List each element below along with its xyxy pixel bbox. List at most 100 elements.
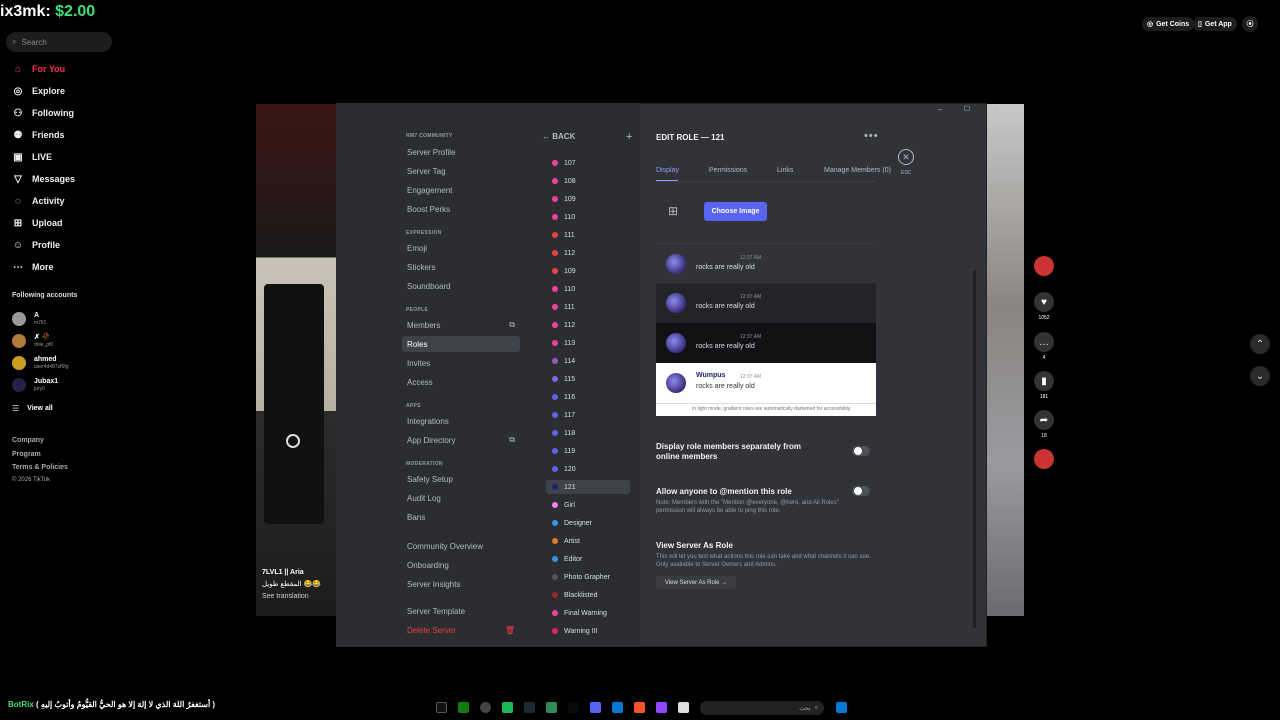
nav-item-upload[interactable]: ⊞ Upload: [12, 217, 63, 229]
role-item[interactable]: 111: [546, 228, 630, 242]
app-icon[interactable]: [678, 702, 689, 713]
sidebar-item-onboarding[interactable]: Onboarding: [402, 557, 520, 573]
windows-start-icon[interactable]: [836, 702, 847, 713]
role-item[interactable]: 117: [546, 408, 630, 422]
taskbar-search[interactable]: بحث ⌕: [700, 701, 824, 715]
app-icon[interactable]: [568, 702, 579, 713]
nav-item-friends[interactable]: ⚉ Friends: [12, 129, 65, 141]
app-icon[interactable]: [612, 702, 623, 713]
add-role-button[interactable]: +: [626, 131, 632, 143]
mention-toggle[interactable]: [852, 486, 870, 496]
get-app-button[interactable]: ▯ Get App: [1193, 17, 1237, 31]
tab-display[interactable]: Display: [656, 167, 679, 174]
role-item[interactable]: Final Warning: [546, 606, 630, 620]
creator-avatar[interactable]: [1034, 256, 1054, 279]
sidebar-item-invites[interactable]: Invites: [402, 355, 520, 371]
role-item[interactable]: 109: [546, 192, 630, 206]
share-button[interactable]: ➦ 18: [1034, 410, 1054, 439]
role-item[interactable]: Editor: [546, 552, 630, 566]
back-button[interactable]: ← BACK: [542, 132, 575, 141]
role-item[interactable]: Photo Grapher: [546, 570, 630, 584]
nav-item-profile[interactable]: ☺ Profile: [12, 239, 60, 251]
following-account[interactable]: ahmed user4d487zf6fg: [12, 356, 68, 370]
avatar[interactable]: ⦿: [1242, 16, 1258, 32]
role-item[interactable]: 112: [546, 246, 630, 260]
more-options-icon[interactable]: •••: [864, 130, 879, 142]
sidebar-item-community-overview[interactable]: Community Overview: [402, 538, 520, 554]
role-item[interactable]: 115: [546, 372, 630, 386]
sidebar-item-roles[interactable]: Roles: [402, 336, 520, 352]
role-item[interactable]: 118: [546, 426, 630, 440]
tab-permissions[interactable]: Permissions: [709, 167, 747, 174]
sidebar-item-members[interactable]: Members ⧉: [402, 317, 520, 333]
scroll-up-button[interactable]: ⌃: [1250, 334, 1270, 354]
sidebar-item-stickers[interactable]: Stickers: [402, 259, 520, 275]
xbox-app-icon[interactable]: [458, 702, 469, 713]
following-account[interactable]: Jubax1 jury0: [12, 378, 58, 392]
nav-item-activity[interactable]: ◌ Activity: [12, 195, 65, 207]
like-button[interactable]: ♥ 1052: [1034, 292, 1054, 321]
role-item[interactable]: 116: [546, 390, 630, 404]
nav-item-messages[interactable]: ▽ Messages: [12, 173, 75, 185]
music-disc[interactable]: [1034, 449, 1054, 472]
footer-terms[interactable]: Terms & Policies: [12, 464, 68, 471]
sidebar-item-soundboard[interactable]: Soundboard: [402, 278, 520, 294]
nav-item-more[interactable]: ⋯ More: [12, 261, 54, 273]
app-icon[interactable]: [656, 702, 667, 713]
role-item[interactable]: Artist: [546, 534, 630, 548]
nav-item-live[interactable]: ▣ LIVE: [12, 151, 52, 163]
sidebar-item-safety-setup[interactable]: Safety Setup: [402, 471, 520, 487]
brave-app-icon[interactable]: [634, 702, 645, 713]
following-account[interactable]: Am7fi1: [12, 312, 46, 326]
role-item[interactable]: 109: [546, 264, 630, 278]
sidebar-item-boost-perks[interactable]: Boost Perks: [402, 201, 520, 217]
nav-item-following[interactable]: ⚇ Following: [12, 107, 74, 119]
save-button[interactable]: ▮ 181: [1034, 371, 1054, 400]
role-item[interactable]: 121: [546, 480, 630, 494]
role-item[interactable]: Blacklisted: [546, 588, 630, 602]
role-item[interactable]: 110: [546, 210, 630, 224]
role-item[interactable]: 107: [546, 156, 630, 170]
chrome-app-icon[interactable]: [480, 702, 491, 713]
role-item[interactable]: Girl: [546, 498, 630, 512]
sidebar-item-server-tag[interactable]: Server Tag: [402, 163, 520, 179]
role-item[interactable]: 119: [546, 444, 630, 458]
sidebar-item-server-insights[interactable]: Server Insights: [402, 576, 520, 592]
sidebar-item-bans[interactable]: Bans: [402, 509, 520, 525]
comment-button[interactable]: … 4: [1034, 332, 1054, 361]
sidebar-item-app-directory[interactable]: App Directory ⧉: [402, 432, 520, 448]
sidebar-item-access[interactable]: Access: [402, 374, 520, 390]
view-as-role-button[interactable]: View Server As Role →: [656, 576, 736, 589]
app-icon[interactable]: [502, 702, 513, 713]
role-item[interactable]: 112: [546, 318, 630, 332]
footer-program[interactable]: Program: [12, 451, 41, 458]
scrollbar[interactable]: [973, 270, 976, 628]
role-item[interactable]: 114: [546, 354, 630, 368]
steam-app-icon[interactable]: [524, 702, 535, 713]
following-account[interactable]: ✗ 🥀 dole_pf0: [12, 334, 53, 348]
sidebar-item-delete-server[interactable]: Delete Server 🗑: [402, 622, 520, 638]
choose-image-button[interactable]: Choose Image: [704, 202, 767, 221]
sidebar-item-emoji[interactable]: Emoji: [402, 240, 520, 256]
view-all-link[interactable]: ☰ View all: [12, 404, 53, 413]
sidebar-item-engagement[interactable]: Engagement: [402, 182, 520, 198]
role-item[interactable]: 113: [546, 336, 630, 350]
discord-app-icon[interactable]: [590, 702, 601, 713]
sidebar-item-integrations[interactable]: Integrations: [402, 413, 520, 429]
see-translation-link[interactable]: See translation: [262, 591, 321, 603]
footer-company[interactable]: Company: [12, 437, 44, 444]
role-item[interactable]: 111: [546, 300, 630, 314]
tiktok-app-icon[interactable]: [436, 702, 447, 713]
role-item[interactable]: Warning III: [546, 624, 630, 638]
nav-item-for-you[interactable]: ⌂ For You: [12, 63, 65, 75]
role-item[interactable]: 108: [546, 174, 630, 188]
sidebar-item-server-template[interactable]: Server Template: [402, 603, 520, 619]
role-item[interactable]: 120: [546, 462, 630, 476]
role-item[interactable]: 110: [546, 282, 630, 296]
nav-item-explore[interactable]: ◎ Explore: [12, 85, 65, 97]
scroll-down-button[interactable]: ⌄: [1250, 366, 1270, 386]
window-controls[interactable]: – ☐ ✕: [938, 105, 1008, 113]
display-separately-toggle[interactable]: [852, 446, 870, 456]
app-icon[interactable]: [546, 702, 557, 713]
tab-links[interactable]: Links: [777, 167, 793, 174]
